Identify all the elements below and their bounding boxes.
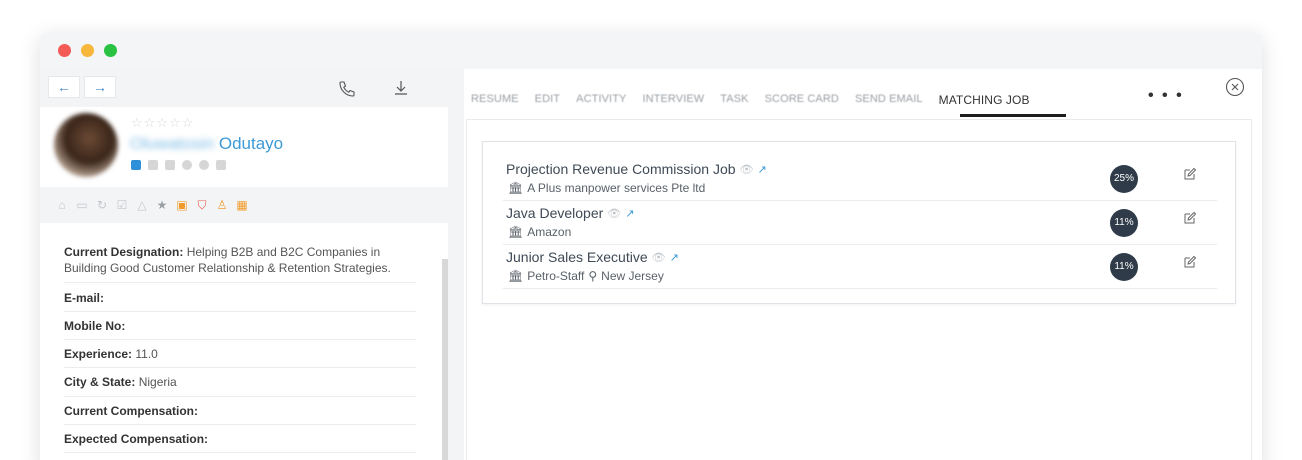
- tab-resume[interactable]: RESUME: [471, 93, 519, 107]
- candidate-panel: ← → ☆☆☆☆☆ Oluwatosin Odutayo ⌂ ▭ ↻ ☑ △ ★…: [40, 69, 448, 460]
- detail-experience: Experience: 11.0: [64, 340, 416, 368]
- candidate-toolbar: ← →: [40, 69, 448, 107]
- candidate-first-name: Oluwatosin: [130, 134, 215, 153]
- maximize-window-button[interactable]: [104, 44, 117, 57]
- more-menu-button[interactable]: • • •: [1148, 87, 1184, 105]
- edit-icon[interactable]: [1183, 167, 1197, 181]
- detail-email: E-mail:: [64, 283, 416, 312]
- active-tab-indicator: [960, 114, 1066, 117]
- candidate-last-name: Odutayo: [218, 134, 284, 153]
- export-icon[interactable]: ▣: [176, 199, 188, 211]
- checkbox-icon[interactable]: ☑: [116, 199, 128, 211]
- company-name: Amazon: [527, 225, 572, 239]
- match-score-badge: 11%: [1110, 209, 1138, 237]
- detail-city-state: City & State: Nigeria: [64, 368, 416, 397]
- tab-activity[interactable]: ACTIVITY: [576, 93, 626, 107]
- tag-icon[interactable]: ⌂: [56, 199, 68, 211]
- forward-button[interactable]: →: [84, 76, 116, 98]
- tab-task[interactable]: TASK: [720, 93, 748, 107]
- message-icon[interactable]: ▭: [76, 199, 88, 211]
- job-row: Junior Sales Executive 👁 ↗ 🏛 Petro-Staff…: [503, 245, 1217, 289]
- candidate-action-bar: ⌂ ▭ ↻ ☑ △ ★ ▣ ⛉ ♙ ▦: [40, 187, 448, 223]
- company-icon: 🏛: [508, 225, 524, 239]
- panel-divider: [448, 69, 464, 460]
- external-link-icon[interactable]: ↗: [670, 251, 679, 264]
- skype-icon[interactable]: [199, 160, 209, 170]
- external-link-icon[interactable]: ↗: [625, 207, 634, 220]
- edit-icon[interactable]: [1183, 255, 1197, 269]
- detail-current-designation: Current Designation: Helping B2B and B2C…: [64, 241, 416, 283]
- linkedin-icon[interactable]: [131, 160, 141, 170]
- social-links: [131, 160, 226, 170]
- eye-icon[interactable]: 👁: [740, 163, 754, 176]
- detail-expected-compensation: Expected Compensation:: [64, 425, 416, 453]
- title-bar: [40, 33, 1262, 69]
- phone-icon[interactable]: [337, 79, 357, 99]
- job-row: Java Developer 👁 ↗ 🏛 Amazon 11%: [503, 201, 1217, 245]
- twitter-icon[interactable]: [148, 160, 158, 170]
- rating-stars[interactable]: ☆☆☆☆☆: [131, 115, 194, 131]
- avatar: [54, 113, 118, 177]
- edit-icon[interactable]: [1183, 211, 1197, 225]
- eye-icon[interactable]: 👁: [652, 251, 666, 264]
- company-icon: 🏛: [508, 269, 524, 283]
- company-name: A Plus manpower services Pte ltd: [527, 181, 706, 195]
- facebook-icon[interactable]: [165, 160, 175, 170]
- download-icon[interactable]: [391, 78, 411, 98]
- job-location: New Jersey: [601, 269, 664, 283]
- candidate-details: Current Designation: Helping B2B and B2C…: [40, 223, 448, 460]
- candidate-name[interactable]: Oluwatosin Odutayo: [130, 134, 283, 154]
- external-link-icon[interactable]: ↗: [758, 163, 767, 176]
- shield-icon[interactable]: ⛉: [196, 199, 208, 211]
- minimize-window-button[interactable]: [81, 44, 94, 57]
- location-icon: ⚲: [588, 269, 598, 283]
- job-title[interactable]: Junior Sales Executive: [506, 249, 648, 265]
- eye-icon[interactable]: 👁: [607, 207, 621, 220]
- candidate-profile: ☆☆☆☆☆ Oluwatosin Odutayo: [40, 107, 448, 187]
- match-score-badge: 25%: [1110, 165, 1138, 193]
- refresh-icon[interactable]: ↻: [96, 199, 108, 211]
- tab-matching-job[interactable]: MATCHING JOB: [939, 93, 1030, 107]
- user-icon[interactable]: ♙: [216, 199, 228, 211]
- tab-score-card[interactable]: SCORE CARD: [765, 93, 839, 107]
- back-button[interactable]: ←: [48, 76, 80, 98]
- globe-icon[interactable]: [182, 160, 192, 170]
- main-panel: RESUME EDIT ACTIVITY INTERVIEW TASK SCOR…: [464, 69, 1262, 460]
- match-score-badge: 11%: [1110, 253, 1138, 281]
- calendar-icon[interactable]: ▦: [236, 199, 248, 211]
- company-icon: 🏛: [508, 181, 524, 195]
- star-icon[interactable]: ★: [156, 199, 168, 211]
- tab-edit[interactable]: EDIT: [535, 93, 560, 107]
- company-name: Petro-Staff: [527, 269, 585, 283]
- close-icon[interactable]: [1225, 77, 1245, 97]
- detail-current-compensation: Current Compensation:: [64, 397, 416, 425]
- tab-bar: RESUME EDIT ACTIVITY INTERVIEW TASK SCOR…: [471, 93, 1046, 107]
- app-window: ← → ☆☆☆☆☆ Oluwatosin Odutayo ⌂ ▭ ↻ ☑ △ ★…: [40, 33, 1262, 460]
- job-title[interactable]: Java Developer: [506, 205, 603, 221]
- tab-send-email[interactable]: SEND EMAIL: [855, 93, 923, 107]
- job-title[interactable]: Projection Revenue Commission Job: [506, 161, 736, 177]
- tab-interview[interactable]: INTERVIEW: [642, 93, 704, 107]
- bell-icon[interactable]: △: [136, 199, 148, 211]
- detail-mobile: Mobile No:: [64, 312, 416, 340]
- job-row: Projection Revenue Commission Job 👁 ↗ 🏛 …: [503, 157, 1217, 201]
- matching-jobs-card: Projection Revenue Commission Job 👁 ↗ 🏛 …: [482, 141, 1236, 304]
- close-window-button[interactable]: [58, 44, 71, 57]
- github-icon[interactable]: [216, 160, 226, 170]
